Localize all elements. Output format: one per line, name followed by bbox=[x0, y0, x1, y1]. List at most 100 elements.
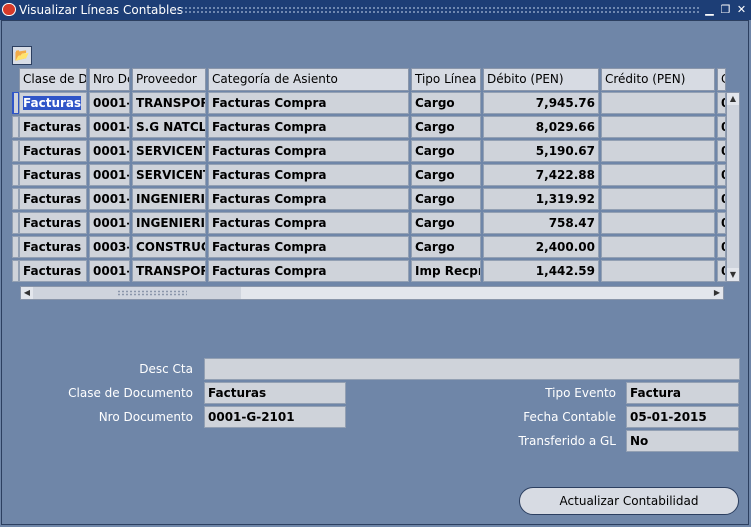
extra-cell[interactable]: 0 bbox=[717, 140, 726, 162]
tipo-linea-cell[interactable]: Cargo bbox=[411, 212, 481, 234]
proveedor-cell[interactable]: SERVICENT bbox=[132, 140, 206, 162]
vertical-scrollbar[interactable]: ▲ ▼ bbox=[726, 92, 740, 282]
maximize-icon[interactable]: ❐ bbox=[719, 3, 732, 16]
extra-cell[interactable]: 0 bbox=[717, 92, 726, 114]
nro-doc-cell[interactable]: 0001-0 bbox=[89, 164, 130, 186]
horizontal-scroll-thumb[interactable] bbox=[33, 287, 241, 299]
clase-cell[interactable]: Facturas bbox=[19, 236, 87, 258]
column-header[interactable]: Crédito (PEN) bbox=[601, 68, 715, 91]
debito-cell[interactable]: 758.47 bbox=[483, 212, 599, 234]
clase-cell[interactable]: Facturas bbox=[19, 260, 87, 282]
column-header[interactable]: Proveedor bbox=[132, 68, 206, 91]
clase-cell[interactable]: Facturas bbox=[19, 92, 87, 114]
column-header[interactable]: C bbox=[717, 68, 726, 91]
transferido-gl-field[interactable]: No bbox=[626, 430, 739, 452]
proveedor-cell[interactable]: TRANSPOR bbox=[132, 260, 206, 282]
clase-cell[interactable]: Facturas bbox=[19, 188, 87, 210]
clase-cell[interactable]: Facturas bbox=[19, 140, 87, 162]
credito-cell[interactable] bbox=[601, 212, 715, 234]
nro-doc-cell[interactable]: 0001-0 bbox=[89, 92, 130, 114]
tipo-linea-cell[interactable]: Cargo bbox=[411, 236, 481, 258]
close-icon[interactable]: ✕ bbox=[735, 3, 748, 16]
nro-doc-cell[interactable]: 0001-0 bbox=[89, 116, 130, 138]
column-header[interactable]: Nro Dc bbox=[89, 68, 130, 91]
clase-cell[interactable]: Facturas bbox=[19, 116, 87, 138]
debito-cell[interactable]: 8,029.66 bbox=[483, 116, 599, 138]
tipo-linea-cell[interactable]: Cargo bbox=[411, 188, 481, 210]
extra-cell[interactable]: 0 bbox=[717, 164, 726, 186]
categoria-cell[interactable]: Facturas Compra bbox=[208, 140, 409, 162]
categoria-cell[interactable]: Facturas Compra bbox=[208, 212, 409, 234]
categoria-cell[interactable]: Facturas Compra bbox=[208, 260, 409, 282]
credito-cell[interactable] bbox=[601, 236, 715, 258]
categoria-cell[interactable]: Facturas Compra bbox=[208, 164, 409, 186]
extra-cell[interactable]: 0 bbox=[717, 116, 726, 138]
row-indicator[interactable] bbox=[12, 140, 19, 162]
nro-doc-cell[interactable]: 0001-0 bbox=[89, 212, 130, 234]
proveedor-cell[interactable]: INGENIERIA bbox=[132, 188, 206, 210]
categoria-cell[interactable]: Facturas Compra bbox=[208, 92, 409, 114]
categoria-cell[interactable]: Facturas Compra bbox=[208, 188, 409, 210]
column-header[interactable]: Clase de D bbox=[19, 68, 87, 91]
actualizar-contabilidad-button[interactable]: Actualizar Contabilidad bbox=[519, 487, 739, 515]
extra-cell[interactable]: 0 bbox=[717, 188, 726, 210]
row-indicator[interactable] bbox=[12, 116, 19, 138]
scroll-left-icon[interactable]: ◀ bbox=[21, 287, 33, 299]
categoria-cell[interactable]: Facturas Compra bbox=[208, 236, 409, 258]
column-header[interactable]: Categoría de Asiento bbox=[208, 68, 409, 91]
debito-cell[interactable]: 5,190.67 bbox=[483, 140, 599, 162]
debito-cell[interactable]: 1,319.92 bbox=[483, 188, 599, 210]
column-header[interactable]: Tipo Línea bbox=[411, 68, 481, 91]
credito-cell[interactable] bbox=[601, 140, 715, 162]
fecha-contable-field[interactable]: 05-01-2015 bbox=[626, 406, 739, 428]
row-indicator[interactable] bbox=[12, 212, 19, 234]
credito-cell[interactable] bbox=[601, 188, 715, 210]
nro-doc-cell[interactable]: 0001-0 bbox=[89, 188, 130, 210]
tipo-evento-field[interactable]: Factura bbox=[626, 382, 739, 404]
credito-cell[interactable] bbox=[601, 92, 715, 114]
title-bar-grip[interactable] bbox=[180, 6, 699, 14]
tipo-linea-cell[interactable]: Cargo bbox=[411, 116, 481, 138]
proveedor-cell[interactable]: S.G NATCL bbox=[132, 116, 206, 138]
desc-cta-field[interactable] bbox=[204, 358, 740, 380]
tipo-linea-cell[interactable]: Cargo bbox=[411, 92, 481, 114]
debito-cell[interactable]: 2,400.00 bbox=[483, 236, 599, 258]
clase-cell[interactable]: Facturas bbox=[19, 212, 87, 234]
credito-cell[interactable] bbox=[601, 164, 715, 186]
proveedor-cell[interactable]: SERVICENT bbox=[132, 164, 206, 186]
debito-cell[interactable]: 7,422.88 bbox=[483, 164, 599, 186]
scroll-right-icon[interactable]: ▶ bbox=[711, 287, 723, 299]
vertical-scroll-thumb[interactable] bbox=[727, 105, 739, 268]
folder-icon[interactable]: 📂 bbox=[12, 46, 32, 65]
minimize-icon[interactable]: ▁ bbox=[703, 3, 716, 16]
scroll-down-icon[interactable]: ▼ bbox=[727, 269, 739, 281]
nro-doc-cell[interactable]: 0001-0 bbox=[89, 260, 130, 282]
row-indicator[interactable] bbox=[12, 188, 19, 210]
nro-doc-cell[interactable]: 0001-0 bbox=[89, 140, 130, 162]
clase-documento-field[interactable]: Facturas bbox=[204, 382, 346, 404]
tipo-linea-cell[interactable]: Cargo bbox=[411, 140, 481, 162]
categoria-cell[interactable]: Facturas Compra bbox=[208, 116, 409, 138]
proveedor-cell[interactable]: INGENIERIA bbox=[132, 212, 206, 234]
nro-doc-cell[interactable]: 0003-1 bbox=[89, 236, 130, 258]
credito-cell[interactable] bbox=[601, 260, 715, 282]
column-header[interactable]: Débito (PEN) bbox=[483, 68, 599, 91]
extra-cell[interactable]: 0 bbox=[717, 212, 726, 234]
extra-cell[interactable]: 0 bbox=[717, 236, 726, 258]
proveedor-cell[interactable]: TRANSPOR bbox=[132, 92, 206, 114]
proveedor-cell[interactable]: CONSTRUC bbox=[132, 236, 206, 258]
row-indicator[interactable] bbox=[12, 164, 19, 186]
horizontal-scrollbar[interactable]: ◀ ▶ bbox=[20, 286, 724, 300]
tipo-linea-cell[interactable]: Imp Recpr bbox=[411, 260, 481, 282]
extra-cell[interactable]: 0 bbox=[717, 260, 726, 282]
row-indicator[interactable] bbox=[12, 236, 19, 258]
row-indicator[interactable] bbox=[12, 92, 19, 114]
debito-cell[interactable]: 1,442.59 bbox=[483, 260, 599, 282]
scroll-up-icon[interactable]: ▲ bbox=[727, 93, 739, 105]
credito-cell[interactable] bbox=[601, 116, 715, 138]
tipo-linea-cell[interactable]: Cargo bbox=[411, 164, 481, 186]
debito-cell[interactable]: 7,945.76 bbox=[483, 92, 599, 114]
nro-documento-field[interactable]: 0001-G-2101 bbox=[204, 406, 346, 428]
clase-cell[interactable]: Facturas bbox=[19, 164, 87, 186]
row-indicator[interactable] bbox=[12, 260, 19, 282]
